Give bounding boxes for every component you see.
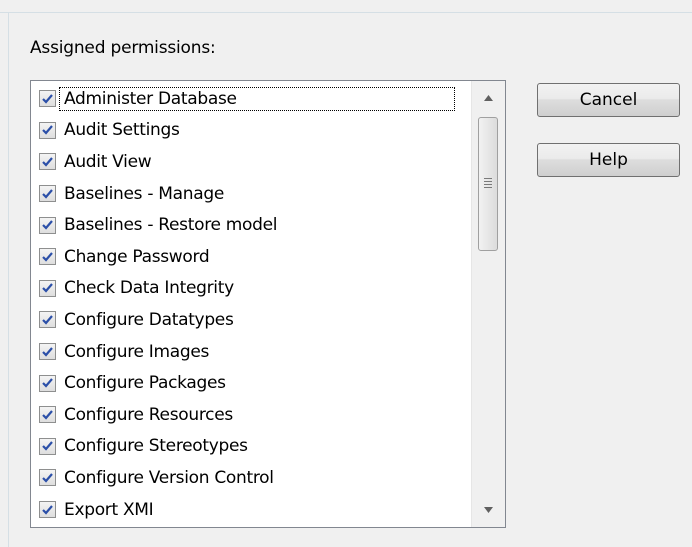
permission-checkbox[interactable] — [39, 90, 56, 108]
permission-label: Configure Packages — [64, 373, 226, 394]
permission-label: Change Password — [64, 246, 210, 267]
permission-item[interactable]: Configure Packages — [31, 367, 499, 399]
checkmark-icon — [42, 378, 53, 388]
permission-label: Configure Resources — [64, 404, 233, 425]
permission-checkbox[interactable] — [39, 248, 56, 266]
permission-checkbox[interactable] — [39, 501, 56, 519]
permissions-listbox[interactable]: Administer Database Audit Settings Audit V… — [30, 80, 506, 528]
checkmark-icon — [42, 157, 53, 167]
permission-item[interactable]: Administer Database — [31, 83, 499, 115]
permissions-list: Administer Database Audit Settings Audit V… — [31, 81, 499, 525]
permission-item[interactable]: Export XMI — [31, 494, 499, 526]
arrow-down-icon — [484, 507, 493, 513]
permission-label: Configure Datatypes — [64, 309, 234, 330]
checkmark-icon — [42, 94, 53, 104]
permission-label: Audit Settings — [64, 120, 180, 141]
permission-checkbox[interactable] — [39, 437, 56, 455]
permission-label: Audit View — [64, 151, 152, 172]
permission-item[interactable]: Audit View — [31, 146, 499, 178]
cancel-button[interactable]: Cancel — [537, 83, 680, 117]
help-button[interactable]: Help — [537, 143, 680, 177]
checkmark-icon — [42, 315, 53, 325]
permission-checkbox[interactable] — [39, 279, 56, 297]
permission-label: Baselines - Manage — [64, 183, 225, 204]
checkmark-icon — [42, 346, 53, 357]
checkmark-icon — [42, 441, 53, 451]
scroll-down-button[interactable] — [472, 493, 505, 527]
checkmark-icon — [42, 188, 53, 199]
arrow-up-icon — [484, 95, 493, 101]
assigned-permissions-label: Assigned permissions: — [30, 38, 216, 58]
permission-checkbox[interactable] — [39, 121, 56, 139]
permission-item[interactable]: Configure Images — [31, 336, 499, 368]
permission-checkbox[interactable] — [39, 343, 56, 361]
scrollbar-thumb[interactable] — [478, 117, 498, 251]
permission-item[interactable]: Baselines - Manage — [31, 178, 499, 210]
permission-label: Configure Version Control — [64, 467, 274, 488]
permission-label: Check Data Integrity — [64, 278, 234, 299]
permission-label: Baselines - Restore model — [64, 215, 278, 236]
permission-item[interactable]: Check Data Integrity — [31, 273, 499, 305]
permission-checkbox[interactable] — [39, 469, 56, 487]
checkmark-icon — [42, 125, 53, 136]
permission-checkbox[interactable] — [39, 406, 56, 424]
permission-item[interactable]: Configure Resources — [31, 399, 499, 431]
permission-checkbox[interactable] — [39, 216, 56, 234]
checkmark-icon — [42, 220, 53, 230]
checkmark-icon — [42, 410, 53, 420]
scroll-up-button[interactable] — [472, 81, 505, 115]
permission-item[interactable]: Baselines - Restore model — [31, 209, 499, 241]
permission-label: Configure Stereotypes — [64, 436, 248, 457]
checkmark-icon — [42, 504, 53, 515]
checkmark-icon — [42, 473, 53, 483]
permission-label: Export XMI — [64, 499, 154, 520]
vertical-scrollbar[interactable] — [471, 81, 505, 527]
permission-checkbox[interactable] — [39, 153, 56, 171]
permission-label: Administer Database — [59, 86, 455, 111]
grip-icon — [484, 178, 492, 190]
dialog-frame-left — [0, 12, 9, 547]
permission-item[interactable]: Configure Stereotypes — [31, 431, 499, 463]
permission-item[interactable]: Change Password — [31, 241, 499, 273]
permission-label: Configure Images — [64, 341, 210, 362]
permission-item[interactable]: Configure Datatypes — [31, 304, 499, 336]
checkmark-icon — [42, 252, 53, 262]
permission-item[interactable]: Audit Settings — [31, 115, 499, 147]
dialog-frame-top — [0, 0, 692, 13]
permission-item[interactable]: Configure Version Control — [31, 462, 499, 494]
checkmark-icon — [42, 283, 53, 293]
permission-checkbox[interactable] — [39, 311, 56, 329]
permission-checkbox[interactable] — [39, 374, 56, 392]
permission-checkbox[interactable] — [39, 185, 56, 203]
